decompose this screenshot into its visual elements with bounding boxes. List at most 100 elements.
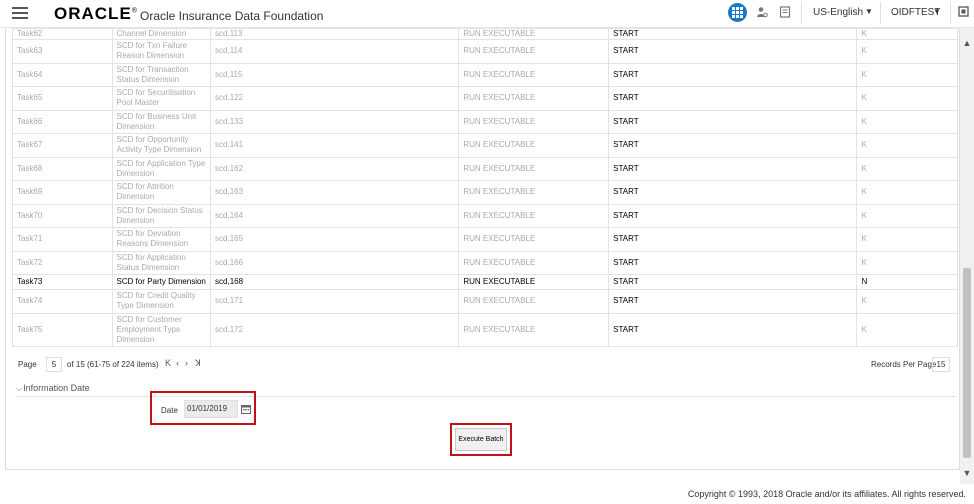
task-flag-cell: K: [856, 86, 958, 111]
task-flag-cell: K: [856, 312, 958, 347]
page-scrollbar[interactable]: ▲ ▼: [960, 28, 974, 484]
header-divider: [880, 2, 881, 24]
copyright-footer: Copyright © 1993, 2018 Oracle and/or its…: [0, 484, 974, 500]
task-id-cell: Task73: [12, 274, 113, 290]
task-id-cell: Task68: [12, 156, 113, 181]
task-description-cell: SCD for Deviation Reasons Dimension: [111, 227, 212, 252]
records-per-page-input[interactable]: 15: [932, 357, 950, 372]
task-action-cell: START: [608, 312, 858, 347]
table-row[interactable]: Task70 SCD for Decision Status Dimension s…: [12, 203, 958, 228]
task-action-cell: START: [608, 156, 858, 181]
batch-details-panel: Task62 Channel Dimension scd,113 RUN EXECUT…: [5, 28, 960, 470]
menu-icon[interactable]: [12, 7, 28, 19]
task-id-cell: Task74: [12, 289, 113, 314]
task-flag-cell: K: [856, 203, 958, 228]
task-type-cell: RUN EXECUTABLE: [458, 156, 610, 181]
notes-icon[interactable]: [779, 6, 791, 21]
table-row[interactable]: Task73 SCD for Party Dimension scd,168 RUN …: [12, 274, 958, 290]
task-description-cell: SCD for Customer Employment Type Dimensi…: [111, 312, 212, 347]
pagination-bar: Page 5 of 15 (61-75 of 224 items) K ‹ › …: [18, 357, 958, 373]
task-type-cell: RUN EXECUTABLE: [458, 203, 610, 228]
table-row[interactable]: Task71 SCD for Deviation Reasons Dimensio…: [12, 227, 958, 252]
oracle-logo: ORACLE®: [54, 4, 137, 23]
task-command-cell: scd,172: [210, 312, 460, 347]
header-divider: [801, 2, 802, 24]
first-page-icon[interactable]: K: [165, 358, 171, 368]
task-description-cell: SCD for Attrition Dimension: [111, 180, 212, 205]
table-row[interactable]: Task67 SCD for Opportunity Activity Type …: [12, 133, 958, 158]
logout-icon[interactable]: [958, 6, 969, 20]
language-selector[interactable]: US-English: [813, 7, 863, 18]
date-label: Date: [161, 406, 178, 415]
task-command-cell: scd,122: [210, 86, 460, 111]
task-flag-cell: K: [856, 227, 958, 252]
next-page-icon[interactable]: ›: [185, 358, 188, 368]
task-id-cell: Task66: [12, 109, 113, 134]
table-row[interactable]: Task75 SCD for Customer Employment Type D…: [12, 312, 958, 347]
task-description-cell: SCD for Txn Failure Reason Dimension: [111, 39, 212, 64]
records-per-page-label: Records Per Page: [871, 360, 937, 369]
task-id-cell: Task67: [12, 133, 113, 158]
table-row[interactable]: Task62 Channel Dimension scd,113 RUN EXECUT…: [12, 28, 958, 40]
task-command-cell: scd,141: [210, 133, 460, 158]
task-description-cell: SCD for Opportunity Activity Type Dimens…: [111, 133, 212, 158]
task-type-cell: RUN EXECUTABLE: [458, 312, 610, 347]
task-type-cell: RUN EXECUTABLE: [458, 289, 610, 314]
collapse-chevron-icon[interactable]: ⌵: [16, 384, 22, 393]
execute-batch-button[interactable]: Execute Batch: [455, 428, 507, 451]
scroll-up-icon[interactable]: ▲: [960, 38, 974, 48]
task-action-cell: START: [608, 86, 858, 111]
task-flag-cell: N: [856, 274, 958, 290]
task-type-cell: RUN EXECUTABLE: [458, 250, 610, 275]
task-command-cell: scd,164: [210, 203, 460, 228]
table-row[interactable]: Task64 SCD for Transaction Status Dimensi…: [12, 62, 958, 87]
date-input[interactable]: 01/01/2019: [184, 400, 238, 418]
task-table: Task62 Channel Dimension scd,113 RUN EXECUT…: [12, 28, 958, 347]
table-row[interactable]: Task66 SCD for Business Unit Dimension scd…: [12, 109, 958, 134]
task-flag-cell: K: [856, 28, 958, 40]
task-type-cell: RUN EXECUTABLE: [458, 180, 610, 205]
task-flag-cell: K: [856, 289, 958, 314]
product-title: Oracle Insurance Data Foundation: [140, 9, 324, 23]
user-chevron-down-icon[interactable]: ▼: [933, 7, 941, 16]
last-page-icon[interactable]: ꓘ: [195, 358, 201, 369]
task-action-cell: START: [608, 274, 858, 290]
table-row[interactable]: Task65 SCD for Securitisation Pool Master…: [12, 86, 958, 111]
task-description-cell: SCD for Party Dimension: [111, 274, 212, 290]
scroll-down-icon[interactable]: ▼: [960, 468, 974, 478]
task-command-cell: scd,162: [210, 156, 460, 181]
task-id-cell: Task65: [12, 86, 113, 111]
calendar-icon[interactable]: [241, 401, 251, 414]
task-command-cell: scd,166: [210, 250, 460, 275]
table-row[interactable]: Task74 SCD for Credit Quality Type Dimens…: [12, 289, 958, 314]
scrollbar-thumb[interactable]: [963, 268, 971, 458]
task-action-cell: START: [608, 180, 858, 205]
previous-page-icon[interactable]: ‹: [176, 358, 179, 368]
task-type-cell: RUN EXECUTABLE: [458, 86, 610, 111]
task-flag-cell: K: [856, 62, 958, 87]
task-action-cell: START: [608, 289, 858, 314]
task-id-cell: Task69: [12, 180, 113, 205]
task-flag-cell: K: [856, 250, 958, 275]
task-description-cell: SCD for Decision Status Dimension: [111, 203, 212, 228]
user-admin-icon[interactable]: [756, 6, 768, 21]
table-row[interactable]: Task72 SCD for Application Status Dimensi…: [12, 250, 958, 275]
execute-highlight-box: Execute Batch: [450, 423, 512, 456]
page-number-input[interactable]: 5: [46, 357, 62, 372]
task-description-cell: SCD for Transaction Status Dimension: [111, 62, 212, 87]
task-type-cell: RUN EXECUTABLE: [458, 227, 610, 252]
page-label: Page: [18, 360, 37, 369]
task-type-cell: RUN EXECUTABLE: [458, 28, 610, 40]
applications-grid-icon[interactable]: [728, 3, 747, 22]
table-row[interactable]: Task63 SCD for Txn Failure Reason Dimensi…: [12, 39, 958, 64]
task-type-cell: RUN EXECUTABLE: [458, 133, 610, 158]
task-command-cell: scd,113: [210, 28, 460, 40]
task-id-cell: Task70: [12, 203, 113, 228]
task-command-cell: scd,115: [210, 62, 460, 87]
task-command-cell: scd,171: [210, 289, 460, 314]
table-row[interactable]: Task69 SCD for Attrition Dimension scd,163…: [12, 180, 958, 205]
task-type-cell: RUN EXECUTABLE: [458, 274, 610, 290]
table-row[interactable]: Task68 SCD for Application Type Dimension…: [12, 156, 958, 181]
language-chevron-down-icon[interactable]: ▼: [865, 7, 873, 16]
task-action-cell: START: [608, 133, 858, 158]
